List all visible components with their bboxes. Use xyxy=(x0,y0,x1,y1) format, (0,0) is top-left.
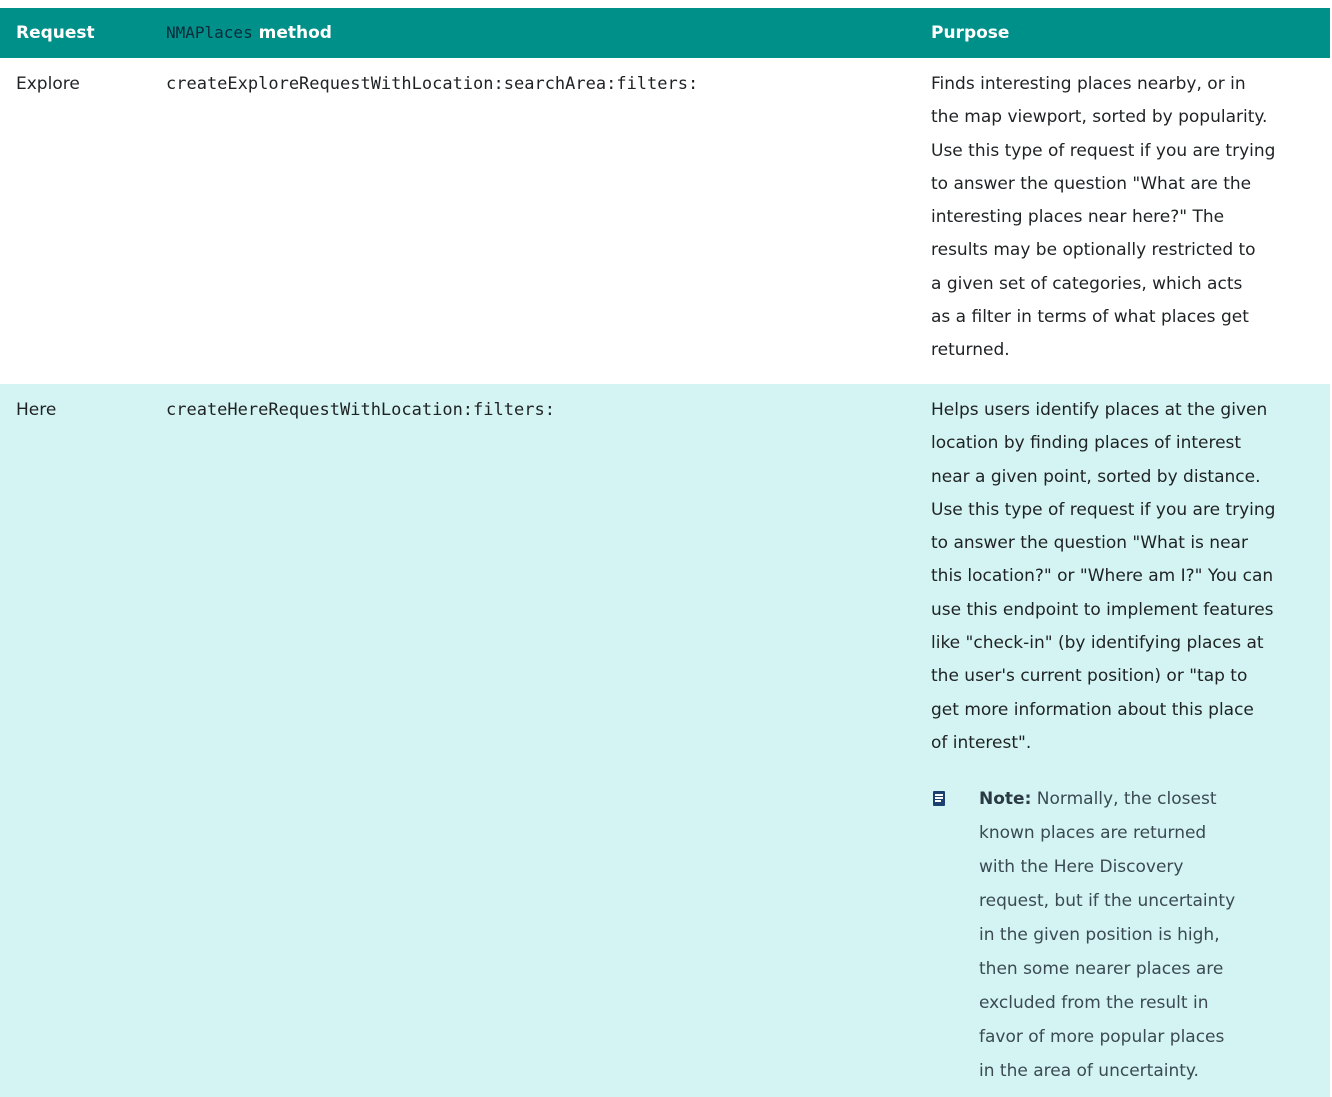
purpose-line: of interest". xyxy=(931,727,1326,760)
method-here: createHereRequestWithLocation:filters: xyxy=(166,394,906,427)
purpose-line: to answer the question "What is near xyxy=(931,527,1326,560)
purpose-line: the user's current position) or "tap to xyxy=(931,660,1326,693)
purpose-line: this location?" or "Where am I?" You can xyxy=(931,560,1326,593)
purpose-line: Use this type of request if you are tryi… xyxy=(931,494,1326,527)
purpose-line: use this endpoint to implement features xyxy=(931,594,1326,627)
purpose-line: results may be optionally restricted to xyxy=(931,234,1326,267)
purpose-line: to answer the question "What are the xyxy=(931,168,1326,201)
purpose-line: near a given point, sorted by distance. xyxy=(931,461,1326,494)
purpose-line: Finds interesting places nearby, or in xyxy=(931,68,1326,101)
purpose-line: location by finding places of interest xyxy=(931,427,1326,460)
method-explore: createExploreRequestWithLocation:searchA… xyxy=(166,68,906,101)
note-line: in the area of uncertainty. xyxy=(979,1054,1279,1088)
note-label: Note: xyxy=(979,789,1031,809)
purpose-line: returned. xyxy=(931,334,1326,367)
header-request: Request xyxy=(16,22,156,44)
note-icon xyxy=(933,791,945,806)
note-text: Note: Normally, the closest known places… xyxy=(979,782,1279,1088)
header-method: NMAPlaces method xyxy=(166,22,906,44)
note-line: in the given position is high, xyxy=(979,918,1279,952)
table-row-explore: Explore createExploreRequestWithLocation… xyxy=(0,58,1330,384)
note-line: with the Here Discovery xyxy=(979,850,1279,884)
purpose-line: Use this type of request if you are tryi… xyxy=(931,135,1326,168)
purpose-line: as a filter in terms of what places get xyxy=(931,301,1326,334)
purpose-line: Helps users identify places at the given xyxy=(931,394,1326,427)
note-line: known places are returned xyxy=(979,816,1279,850)
purpose-line: like "check-in" (by identifying places a… xyxy=(931,627,1326,660)
purpose-line: interesting places near here?" The xyxy=(931,201,1326,234)
note-line: Normally, the closest xyxy=(1031,789,1216,809)
note-line: excluded from the result in xyxy=(979,986,1279,1020)
purpose-explore: Finds interesting places nearby, or in t… xyxy=(931,68,1326,368)
note-line: request, but if the uncertainty xyxy=(979,884,1279,918)
places-request-table: Request NMAPlaces method Purpose Explore… xyxy=(0,8,1330,1097)
table-row-here: Here createHereRequestWithLocation:filte… xyxy=(0,384,1330,1097)
header-method-code: NMAPlaces xyxy=(166,23,253,42)
note-line: then some nearer places are xyxy=(979,952,1279,986)
purpose-line: a given set of categories, which acts xyxy=(931,268,1326,301)
purpose-line: get more information about this place xyxy=(931,694,1326,727)
table-header-row: Request NMAPlaces method Purpose xyxy=(0,8,1330,58)
request-explore: Explore xyxy=(16,68,156,101)
request-here: Here xyxy=(16,394,156,427)
header-method-suffix: method xyxy=(253,23,332,43)
purpose-line: the map viewport, sorted by popularity. xyxy=(931,101,1326,134)
purpose-here: Helps users identify places at the given… xyxy=(931,394,1326,760)
header-purpose: Purpose xyxy=(931,22,1326,44)
note-line: favor of more popular places xyxy=(979,1020,1279,1054)
